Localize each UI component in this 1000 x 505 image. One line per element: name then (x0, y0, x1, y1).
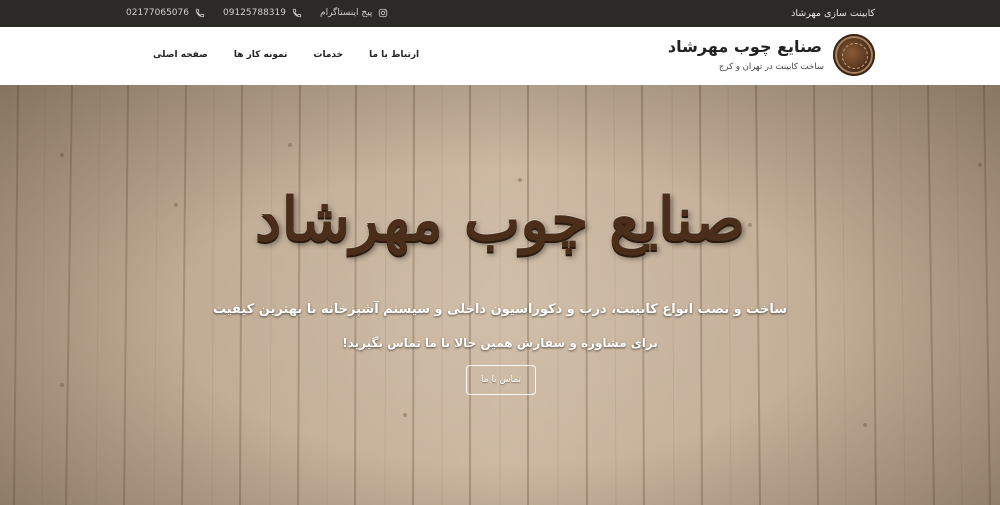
logo-image[interactable] (833, 34, 875, 76)
nav-item-portfolio[interactable]: نمونه کار ها (234, 50, 288, 60)
contact-list: 02177065076 09125788319 پیج اینستاگرام (126, 8, 406, 18)
instagram-link[interactable]: پیج اینستاگرام (320, 8, 372, 18)
nav-item-contact[interactable]: ارتباط با ما (369, 50, 419, 60)
nav-item-home[interactable]: صفحه اصلی (153, 50, 208, 60)
top-bar: 02177065076 09125788319 پیج اینستاگرام ک… (0, 0, 1000, 27)
hero-section: صنایع چوب مهرشاد ساخت و نصب انواع کابینت… (0, 85, 1000, 505)
phone-icon (195, 8, 205, 18)
hero-vignette (0, 85, 1000, 505)
site-header: صنایع چوب مهرشاد ساخت کابینت در تهران و … (0, 27, 1000, 85)
brand-subtitle: ساخت کابینت در تهران و کرج (718, 62, 824, 72)
site-tagline: کابینت سازی مهرشاد (791, 8, 875, 19)
instagram-icon (379, 8, 388, 18)
hero-title: صنایع چوب مهرشاد (254, 185, 746, 255)
hero-call-to-action-text: برای مشاوره و سفارش همین حالا با ما تماس… (342, 336, 658, 350)
phone-number[interactable]: 02177065076 (126, 8, 189, 18)
phone-contact-2[interactable]: 09125788319 (223, 8, 302, 18)
hero-description: ساخت و نصب انواع کابینت، درب و دکوراسیون… (212, 302, 788, 317)
nav-item-services[interactable]: خدمات (313, 50, 343, 60)
brand-title[interactable]: صنایع چوب مهرشاد (668, 37, 822, 56)
instagram-contact[interactable]: پیج اینستاگرام (320, 8, 388, 18)
phone-contact-1[interactable]: 02177065076 (126, 8, 205, 18)
phone-icon (292, 8, 302, 18)
contact-us-button[interactable]: تماس با ما (466, 365, 536, 395)
main-nav: صفحه اصلی نمونه کار ها خدمات ارتباط با م… (127, 50, 419, 60)
phone-number[interactable]: 09125788319 (223, 8, 286, 18)
